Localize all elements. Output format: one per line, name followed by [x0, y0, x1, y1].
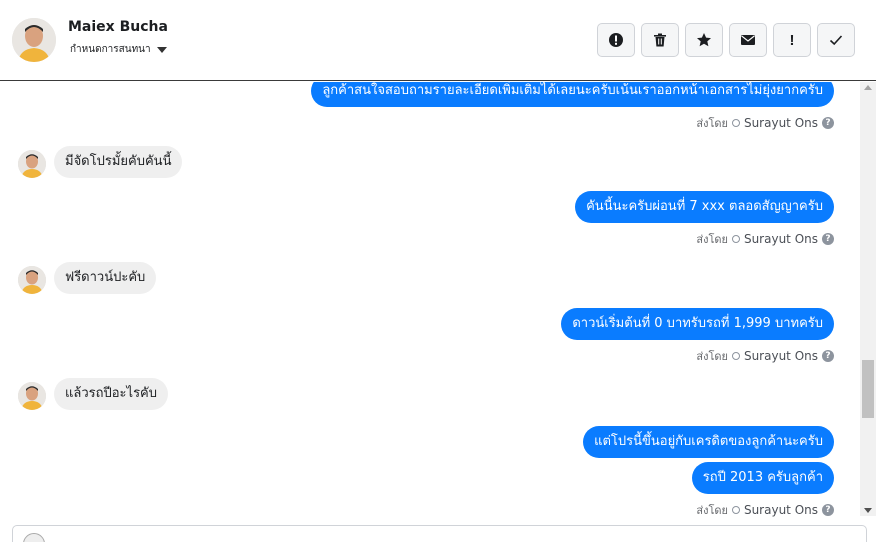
contact-avatar-small	[18, 382, 46, 410]
message-composer[interactable]	[12, 525, 867, 542]
alert-circle-icon	[609, 33, 623, 47]
verified-dot-icon	[731, 352, 740, 360]
message-outgoing[interactable]: แต่โปรนี้ขึ้นอยู่กับเครดิตของลูกค้านะครั…	[583, 426, 834, 458]
scroll-up-icon[interactable]	[864, 85, 872, 90]
message-outgoing[interactable]: ลูกค้าสนใจสอบถามรายละเอียดเพิ่มเติมได้เล…	[311, 82, 834, 107]
help-icon[interactable]: ?	[822, 504, 834, 516]
contact-name[interactable]: Maiex Bucha	[68, 19, 168, 35]
delete-button[interactable]	[641, 23, 679, 57]
verified-dot-icon	[731, 119, 740, 127]
star-button[interactable]	[685, 23, 723, 57]
help-icon[interactable]: ?	[822, 350, 834, 362]
sent-by-info: ส่งโดย Surayut Ons ?	[696, 347, 834, 365]
message-incoming[interactable]: ฟรีดาวน์ปะคับ	[54, 262, 157, 294]
conversation-actions: !	[597, 23, 855, 57]
message-thread[interactable]: ลูกค้าสนใจสอบถามรายละเอียดเพิ่มเติมได้เล…	[0, 82, 860, 518]
contact-avatar-small	[18, 150, 46, 178]
sent-by-info: ส่งโดย Surayut Ons ?	[696, 114, 834, 132]
scrollbar-thumb[interactable]	[862, 360, 874, 418]
envelope-icon	[741, 35, 755, 45]
contact-avatar-small	[18, 266, 46, 294]
conversation-header: Maiex Bucha กำหนดการสนทนา !	[0, 0, 876, 81]
message-outgoing[interactable]: ดาวน์เริ่มต้นที่ 0 บาทรับรถที่ 1,999 บาท…	[561, 308, 834, 340]
conversation-stage-dropdown[interactable]: กำหนดการสนทนา	[70, 42, 167, 57]
sent-by-info: ส่งโดย Surayut Ons ?	[696, 501, 834, 518]
star-icon	[697, 33, 711, 47]
agent-avatar	[23, 533, 45, 542]
stage-label: กำหนดการสนทนา	[70, 44, 151, 55]
help-icon[interactable]: ?	[822, 233, 834, 245]
thread-scrollbar[interactable]	[860, 82, 876, 516]
verified-dot-icon	[731, 506, 740, 514]
exclamation-icon: !	[789, 31, 795, 49]
done-button[interactable]	[817, 23, 855, 57]
caret-down-icon	[156, 46, 167, 53]
follow-up-button[interactable]: !	[773, 23, 811, 57]
mark-unread-button[interactable]	[729, 23, 767, 57]
message-outgoing[interactable]: คันนี้นะครับผ่อนที่ 7 xxx ตลอดสัญญาครับ	[575, 191, 834, 223]
contact-avatar[interactable]	[12, 18, 56, 62]
check-icon	[829, 35, 843, 46]
message-incoming[interactable]: มีจัดโปรมั้ยคับคันนี้	[54, 146, 183, 178]
message-outgoing[interactable]: รถปี 2013 ครับลูกค้า	[691, 462, 834, 494]
sent-by-info: ส่งโดย Surayut Ons ?	[696, 230, 834, 248]
scroll-down-icon[interactable]	[864, 508, 872, 513]
trash-icon	[654, 33, 666, 47]
verified-dot-icon	[731, 235, 740, 243]
help-icon[interactable]: ?	[822, 117, 834, 129]
spam-button[interactable]	[597, 23, 635, 57]
message-incoming[interactable]: แล้วรถปีอะไรคับ	[54, 378, 169, 410]
